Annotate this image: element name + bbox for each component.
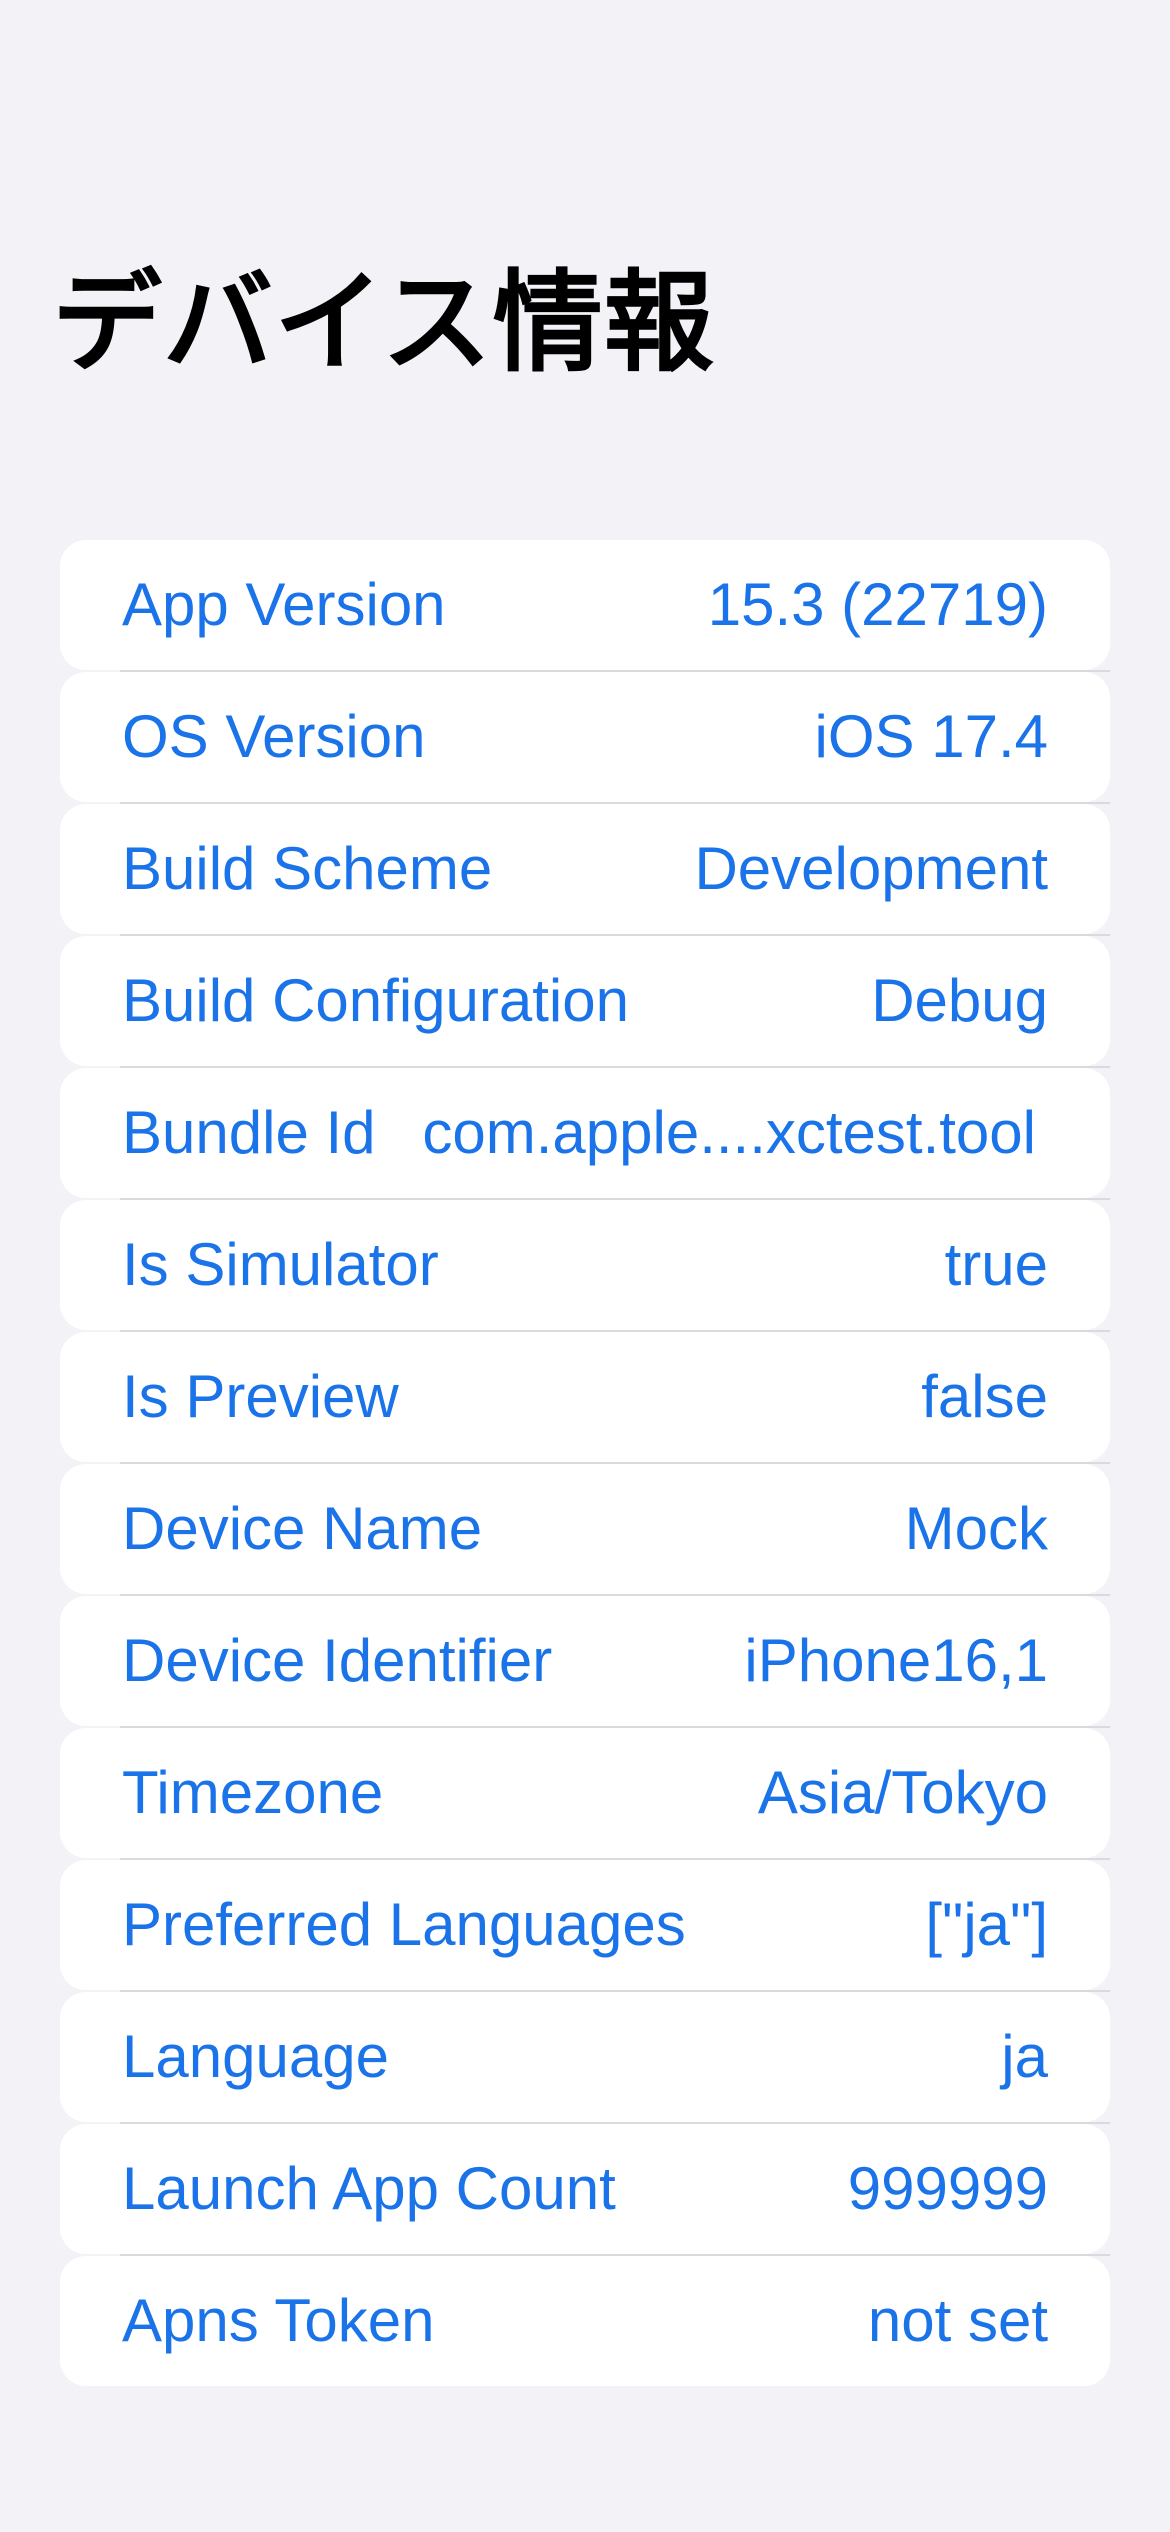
row-label: App Version — [122, 571, 446, 638]
row-build-scheme[interactable]: Build Scheme Development — [60, 804, 1110, 936]
row-label: Launch App Count — [122, 2155, 616, 2222]
row-is-simulator[interactable]: Is Simulator true — [60, 1200, 1110, 1332]
row-language[interactable]: Language ja — [60, 1992, 1110, 2124]
device-info-list: App Version 15.3 (22719) OS Version iOS … — [60, 540, 1110, 2388]
row-label: Device Name — [122, 1495, 483, 1562]
row-label: Build Configuration — [122, 967, 629, 1034]
row-label: Build Scheme — [122, 835, 493, 902]
row-value: ["ja"] — [925, 1891, 1048, 1958]
page-title: デバイス情報 — [52, 259, 715, 387]
row-app-version[interactable]: App Version 15.3 (22719) — [60, 540, 1110, 672]
row-label: Preferred Languages — [122, 1891, 686, 1958]
row-label: Bundle Id — [122, 1099, 376, 1166]
row-value: true — [944, 1231, 1048, 1298]
row-label: OS Version — [122, 703, 426, 770]
row-value: com.apple....xctest.tool — [422, 1099, 1036, 1166]
row-label: Timezone — [122, 1759, 384, 1826]
row-is-preview[interactable]: Is Preview false — [60, 1332, 1110, 1464]
row-launch-app-count[interactable]: Launch App Count 999999 — [60, 2124, 1110, 2256]
row-value: not set — [867, 2287, 1048, 2354]
row-preferred-languages[interactable]: Preferred Languages ["ja"] — [60, 1860, 1110, 1992]
row-value: ja — [1001, 2023, 1048, 2090]
row-label: Is Simulator — [122, 1231, 439, 1298]
row-device-name[interactable]: Device Name Mock — [60, 1464, 1110, 1596]
row-value: 999999 — [847, 2155, 1048, 2222]
row-label: Language — [122, 2023, 389, 2090]
row-label: Device Identifier — [122, 1627, 553, 1694]
row-value: iPhone16,1 — [744, 1627, 1048, 1694]
row-value: Mock — [904, 1495, 1048, 1562]
row-value: false — [921, 1363, 1048, 1430]
row-value: iOS 17.4 — [814, 703, 1048, 770]
row-label: Apns Token — [122, 2287, 435, 2354]
row-device-identifier[interactable]: Device Identifier iPhone16,1 — [60, 1596, 1110, 1728]
row-bundle-id[interactable]: Bundle Id com.apple....xctest.tool — [60, 1068, 1110, 1200]
row-value: 15.3 (22719) — [707, 571, 1048, 638]
row-value: Debug — [871, 967, 1048, 1034]
row-value: Asia/Tokyo — [757, 1759, 1048, 1826]
row-os-version[interactable]: OS Version iOS 17.4 — [60, 672, 1110, 804]
row-build-configuration[interactable]: Build Configuration Debug — [60, 936, 1110, 1068]
row-timezone[interactable]: Timezone Asia/Tokyo — [60, 1728, 1110, 1860]
row-value: Development — [694, 835, 1048, 902]
row-apns-token[interactable]: Apns Token not set — [60, 2256, 1110, 2386]
row-label: Is Preview — [122, 1363, 399, 1430]
